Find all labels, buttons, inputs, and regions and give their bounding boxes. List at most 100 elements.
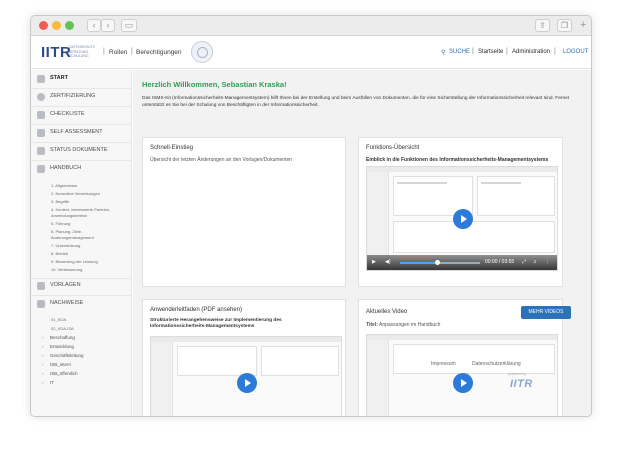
sidebar-item-label: STATUS DOKUMENTE bbox=[50, 147, 108, 153]
video-frame-sidebar bbox=[367, 340, 389, 416]
close-window-button[interactable] bbox=[39, 21, 48, 30]
search-icon[interactable]: ⚲ bbox=[441, 49, 445, 56]
card-title[interactable]: Schnell-Einstieg bbox=[150, 145, 193, 151]
handbuch-item[interactable]: 5. Führung bbox=[51, 221, 70, 226]
play-small-icon[interactable]: ▶ bbox=[372, 259, 376, 265]
book-icon bbox=[37, 165, 45, 173]
screenshot-stage: ‹ › ▭ ⇪ ❐ + IITR DATENSCHUTZ BERATUNG SC… bbox=[0, 0, 620, 474]
video-title-label: Titel: bbox=[366, 322, 378, 328]
nav-separator: | bbox=[472, 48, 474, 55]
video-progress-track[interactable] bbox=[400, 260, 480, 265]
sidebar-item-label: NACHWEISE bbox=[50, 300, 84, 306]
chevron-right-icon[interactable]: › bbox=[42, 371, 44, 376]
chevron-right-icon[interactable]: › bbox=[42, 344, 44, 349]
card-title: Funktions-Übersicht bbox=[366, 145, 420, 151]
more-options-icon[interactable]: ⋮ bbox=[545, 259, 550, 265]
startseite-link[interactable]: Startseite bbox=[478, 49, 503, 55]
play-icon[interactable] bbox=[237, 373, 257, 393]
chevron-right-icon[interactable]: › bbox=[42, 362, 44, 367]
video-player[interactable] bbox=[366, 334, 558, 416]
nachweise-group[interactable]: ISB_intern bbox=[50, 362, 71, 367]
footer-logo: IITR bbox=[510, 378, 533, 390]
handbuch-item[interactable]: 9. Bewertung der Leistung bbox=[51, 259, 98, 264]
handbuch-item[interactable]: 4. Kontext, interessierte Parteien, bbox=[51, 207, 110, 212]
sidebar-item-label: CHECKLISTE bbox=[50, 111, 85, 117]
sidebar-item-self-assessment[interactable]: SELF ASSESSMENT bbox=[31, 128, 131, 140]
assessment-icon bbox=[37, 129, 45, 137]
new-tab-icon[interactable]: + bbox=[580, 20, 586, 31]
sidebar-item-checkliste[interactable]: CHECKLISTE bbox=[31, 110, 131, 122]
sidebar-item-label: START bbox=[50, 75, 68, 81]
video-time: 00:00 / 03:55 bbox=[485, 259, 515, 265]
handbuch-item[interactable]: 1. Allgemeines bbox=[51, 183, 77, 188]
sidebar-item-nachweise[interactable]: NACHWEISE bbox=[31, 299, 131, 311]
video-frame-panel bbox=[393, 221, 555, 253]
back-icon[interactable]: ‹ bbox=[87, 19, 101, 32]
nav-rollen[interactable]: Rollen bbox=[109, 49, 127, 56]
iitr-logo: IITR bbox=[41, 44, 72, 61]
sidebar-item-label: SELF ASSESSMENT bbox=[50, 129, 103, 135]
sidebar-divider bbox=[31, 106, 131, 107]
folder-icon bbox=[37, 300, 45, 308]
nachweise-group[interactable]: Geschäftsleitung bbox=[50, 353, 84, 358]
video-title-row: Titel: Anpassungen im Handbuch bbox=[366, 322, 440, 328]
search-link[interactable]: SUCHE bbox=[449, 49, 470, 55]
handbuch-item[interactable]: 3. Begriffe bbox=[51, 199, 69, 204]
handbuch-item[interactable]: 10. Verbesserung bbox=[51, 267, 82, 272]
video-progress-fill bbox=[400, 262, 438, 264]
handbuch-item[interactable]: 2. Normative Verweisungen bbox=[51, 191, 100, 196]
impressum-link[interactable]: Impressum bbox=[431, 361, 456, 367]
minimize-window-button[interactable] bbox=[52, 21, 61, 30]
sidebar-item-handbuch[interactable]: HANDBUCH bbox=[31, 164, 131, 176]
play-icon[interactable] bbox=[453, 209, 473, 229]
sidebar-divider bbox=[31, 160, 131, 161]
sidebar-item-vorlagen[interactable]: VORLAGEN bbox=[31, 281, 131, 293]
administration-link[interactable]: Administration bbox=[512, 49, 550, 55]
sidebar-divider bbox=[31, 88, 131, 89]
logout-link[interactable]: LOGOUT bbox=[563, 49, 588, 55]
home-icon bbox=[37, 75, 45, 83]
volume-full-icon[interactable]: ♫ bbox=[533, 259, 537, 265]
chevron-right-icon[interactable]: › bbox=[42, 353, 44, 358]
card-aktuelles-video: Aktuelles Video MEHR VIDEOS Titel: Anpas… bbox=[358, 299, 571, 416]
card-subtitle: Übersicht der letzten Änderungen an den … bbox=[150, 157, 293, 163]
share-icon[interactable]: ⇪ bbox=[535, 19, 550, 32]
handbuch-item[interactable]: 8. Betrieb bbox=[51, 251, 68, 256]
play-icon[interactable] bbox=[453, 373, 473, 393]
nachweise-item[interactable]: 02_VDA-ISA bbox=[51, 326, 74, 331]
nav-berechtigungen[interactable]: Berechtigungen bbox=[136, 49, 182, 56]
pdf-preview[interactable] bbox=[150, 336, 342, 416]
handbuch-item-continued[interactable]: Änderungsmanagement bbox=[51, 235, 94, 240]
nachweise-group[interactable]: Beschaffung bbox=[50, 335, 75, 340]
handbuch-item[interactable]: 7. Unterstützung bbox=[51, 243, 80, 248]
nachweise-item[interactable]: 01_SOA bbox=[51, 317, 66, 322]
nachweise-group[interactable]: IT bbox=[50, 380, 54, 385]
mehr-videos-button[interactable]: MEHR VIDEOS bbox=[521, 306, 571, 319]
sidebar-item-zertifizierung[interactable]: ZERTIFIZIERUNG bbox=[31, 92, 131, 104]
datenschutz-link[interactable]: Datenschutzerklärung bbox=[472, 361, 521, 367]
sidebar-item-start[interactable]: START bbox=[31, 74, 131, 86]
handbuch-item[interactable]: 6. Planung, Ziele, bbox=[51, 229, 82, 234]
maximize-window-button[interactable] bbox=[65, 21, 74, 30]
intro-text: Das ISMS-Kit (Informationssicherheits-Ma… bbox=[142, 96, 570, 108]
chevron-right-icon[interactable]: › bbox=[42, 380, 44, 385]
card-anwenderleitfaden: Anwenderleitfaden (PDF ansehen) Struktur… bbox=[142, 299, 346, 416]
chevron-right-icon[interactable]: › bbox=[42, 335, 44, 340]
video-progress-knob[interactable] bbox=[435, 260, 441, 265]
nachweise-group[interactable]: ISB_öffentlich bbox=[50, 371, 78, 376]
card-subtitle: Einblick in die Funktionen des Informati… bbox=[366, 157, 549, 163]
sidebar-item-status-dokumente[interactable]: STATUS DOKUMENTE bbox=[31, 146, 131, 158]
sidebar-divider bbox=[31, 278, 131, 279]
sidebar-divider bbox=[31, 124, 131, 125]
tabs-overview-icon[interactable]: ❐ bbox=[557, 19, 572, 32]
forward-icon[interactable]: › bbox=[101, 19, 115, 32]
fullscreen-icon[interactable]: ⤢ bbox=[522, 259, 526, 265]
template-icon bbox=[37, 282, 45, 290]
video-player[interactable]: ▶ ◀) 00:00 / 03:55 ⤢ ♫ ⋮ bbox=[366, 166, 558, 271]
sidebar-toggle-icon[interactable]: ▭ bbox=[121, 19, 137, 32]
nachweise-group[interactable]: Entwicklung bbox=[50, 344, 74, 349]
handbuch-item-continued[interactable]: Anwendungsbereich bbox=[51, 213, 87, 218]
volume-icon[interactable]: ◀) bbox=[385, 259, 391, 265]
card-title-pdf-link[interactable]: Anwenderleitfaden (PDF ansehen) bbox=[150, 307, 242, 313]
main-content: Herzlich Willkommen, Sebastian Kraska! D… bbox=[133, 70, 591, 416]
